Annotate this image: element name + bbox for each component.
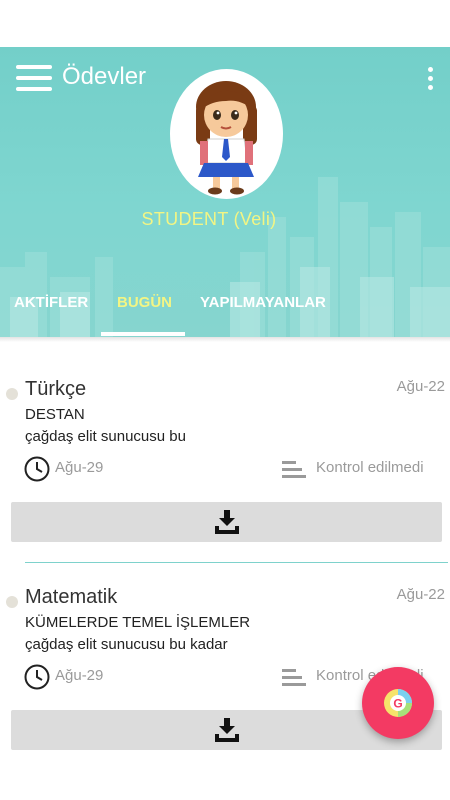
- assignment-card[interactable]: Türkçe Ağu-22 DESTAN çağdaş elit sunucus…: [0, 370, 450, 560]
- svg-text:G: G: [393, 697, 402, 711]
- status-dot: [6, 388, 18, 400]
- status-bar: [0, 0, 450, 47]
- assignment-description: çağdaş elit sunucusu bu: [25, 428, 186, 445]
- assignment-subject: Türkçe: [25, 378, 87, 400]
- header-shadow: [0, 337, 450, 342]
- tab-yapilmayanlar[interactable]: YAPILMAYANLAR: [200, 289, 326, 337]
- tab-bar: AKTİFLER BUGÜN YAPILMAYANLAR: [0, 289, 450, 337]
- assignment-due-date: Ağu-29: [55, 459, 104, 476]
- lines-icon: [282, 461, 306, 478]
- tab-aktifler[interactable]: AKTİFLER: [14, 289, 88, 337]
- floating-action-button[interactable]: G: [362, 667, 434, 739]
- assignment-subject: Matematik: [25, 586, 118, 608]
- assignment-date: Ağu-22: [396, 586, 445, 603]
- app-header: Ödevler STUDENT (Veli) AKTİFLER BUGÜN YA…: [0, 47, 450, 337]
- clock-icon: [24, 664, 50, 690]
- tab-active-indicator: [101, 332, 185, 336]
- download-button[interactable]: [11, 502, 442, 542]
- lines-icon: [282, 669, 306, 686]
- status-dot: [6, 596, 18, 608]
- assignment-date: Ağu-22: [396, 378, 445, 395]
- assignment-due-date: Ağu-29: [55, 667, 104, 684]
- clock-icon: [24, 456, 50, 482]
- menu-icon[interactable]: [16, 65, 52, 91]
- user-name: STUDENT (Veli): [141, 209, 277, 229]
- download-icon: [215, 718, 239, 742]
- student-girl-avatar-icon: [196, 81, 257, 195]
- tab-bugun[interactable]: BUGÜN: [117, 289, 172, 337]
- page-title: Ödevler: [62, 63, 147, 90]
- assignment-description: çağdaş elit sunucusu bu kadar: [25, 636, 228, 653]
- download-icon: [215, 510, 239, 534]
- more-vert-icon[interactable]: [426, 67, 434, 91]
- avatar[interactable]: [170, 69, 283, 199]
- assignment-topic: DESTAN: [25, 406, 85, 423]
- g-logo-icon: G: [384, 689, 412, 717]
- assignment-status: Kontrol edilmedi: [316, 459, 424, 476]
- assignment-topic: KÜMELERDE TEMEL İŞLEMLER: [25, 614, 251, 631]
- card-divider: [25, 562, 448, 563]
